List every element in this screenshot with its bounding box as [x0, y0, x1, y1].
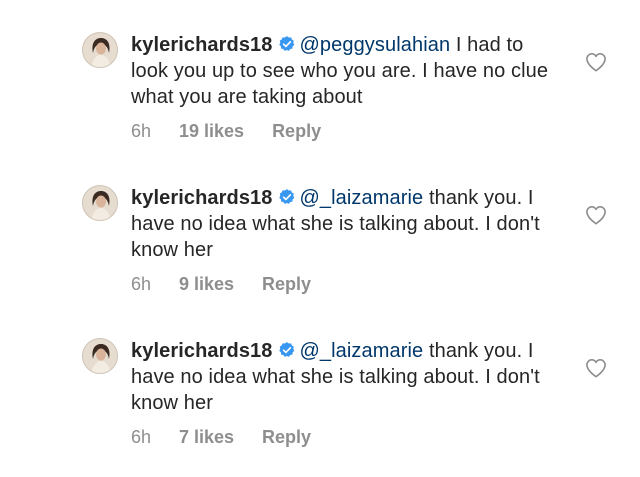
- verified-badge-icon: [278, 189, 294, 204]
- comment-mention[interactable]: @_laizamarie: [300, 187, 424, 209]
- comment-mention[interactable]: @peggysulahian: [300, 34, 451, 56]
- verified-badge-icon: [278, 36, 294, 51]
- reply-button[interactable]: Reply: [262, 274, 311, 295]
- verified-badge-icon: [278, 342, 294, 357]
- profile-photo-icon: [83, 186, 117, 220]
- comment-meta: 6h 9 likes Reply: [131, 274, 551, 295]
- avatar[interactable]: [82, 338, 118, 374]
- comment-timestamp[interactable]: 6h: [131, 121, 179, 142]
- comment-meta: 6h 7 likes Reply: [131, 427, 551, 448]
- comment-likes-count[interactable]: 9 likes: [179, 274, 234, 295]
- comment-likes-count[interactable]: 7 likes: [179, 427, 234, 448]
- reply-button[interactable]: Reply: [262, 427, 311, 448]
- comment-meta: 6h 19 likes Reply: [131, 121, 551, 142]
- comment-text: kylerichards18 @_laizamarie thank you. I …: [131, 338, 551, 416]
- comment-username[interactable]: kylerichards18: [131, 187, 273, 209]
- comment-text: kylerichards18 @_laizamarie thank you. I …: [131, 185, 551, 263]
- comment-timestamp[interactable]: 6h: [131, 427, 179, 448]
- heart-outline-icon[interactable]: [585, 358, 607, 378]
- comment-username[interactable]: kylerichards18: [131, 340, 273, 362]
- reply-button[interactable]: Reply: [272, 121, 321, 142]
- avatar[interactable]: [82, 185, 118, 221]
- avatar[interactable]: [82, 32, 118, 68]
- comment-text: kylerichards18 @peggysulahian I had to lo…: [131, 32, 551, 110]
- comment-timestamp[interactable]: 6h: [131, 274, 179, 295]
- profile-photo-icon: [83, 339, 117, 373]
- heart-outline-icon[interactable]: [585, 205, 607, 225]
- heart-outline-icon[interactable]: [585, 52, 607, 72]
- profile-photo-icon: [83, 33, 117, 67]
- comment-username[interactable]: kylerichards18: [131, 34, 273, 56]
- comment-mention[interactable]: @_laizamarie: [300, 340, 424, 362]
- comment-likes-count[interactable]: 19 likes: [179, 121, 244, 142]
